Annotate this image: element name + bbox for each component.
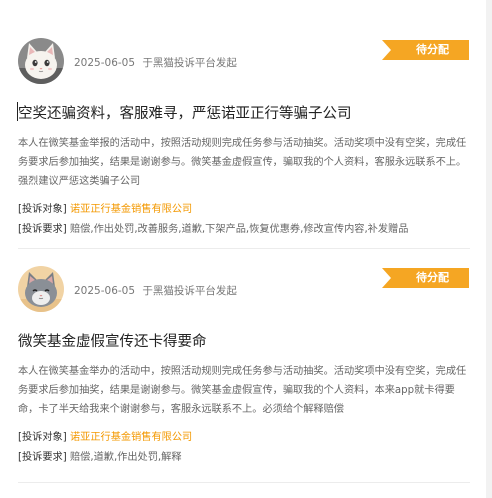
complaint-demand-value: 赔偿,作出处罚,改善服务,道歉,下架产品,恢复优惠券,修改宣传内容,补发赠品 xyxy=(69,224,409,235)
divider xyxy=(18,482,470,483)
complaint-title[interactable]: 微笑基金虚假宣传还卡得要命 xyxy=(18,330,207,351)
divider xyxy=(18,248,470,249)
avatar-grey-cat-icon[interactable] xyxy=(18,266,64,312)
complaint-target-label: [投诉对象] xyxy=(18,204,67,215)
complaint-title[interactable]: 空奖还骗资料，客服难寻，严惩诺亚正行等骗子公司 xyxy=(18,102,352,123)
complaint-demand-row: [投诉要求] 赔偿,作出处罚,改善服务,道歉,下架产品,恢复优惠券,修改宣传内容… xyxy=(18,220,408,235)
post-platform: 于黑猫投诉平台发起 xyxy=(142,57,237,69)
complaint-list: 2025-06-05 于黑猫投诉平台发起 待分配 空奖还骗资料，客服难寻，严惩诺… xyxy=(0,0,492,498)
status-badge: 待分配 xyxy=(382,268,469,288)
complaint-demand-label: [投诉要求] xyxy=(18,224,67,235)
complaint-demand-label: [投诉要求] xyxy=(18,452,67,463)
complaint-body: 本人在微笑基金举办的活动中，按照活动规则完成任务参与活动抽奖。活动奖项中没有空奖… xyxy=(18,366,467,415)
status-badge: 待分配 xyxy=(382,40,469,60)
complaint-target-link[interactable]: 诺亚正行基金销售有限公司 xyxy=(70,204,192,215)
complaint-target-label: [投诉对象] xyxy=(18,432,67,443)
post-meta: 2025-06-05 于黑猫投诉平台发起 xyxy=(74,283,237,298)
complaint-target-row: [投诉对象] 诺亚正行基金销售有限公司 xyxy=(18,200,192,215)
avatar-white-cat-icon[interactable] xyxy=(18,38,64,84)
post-meta: 2025-06-05 于黑猫投诉平台发起 xyxy=(74,55,237,70)
post-date: 2025-06-05 xyxy=(74,285,136,297)
complaint-demand-value: 赔偿,道歉,作出处罚,解释 xyxy=(69,452,182,463)
complaint-target-row: [投诉对象] 诺亚正行基金销售有限公司 xyxy=(18,428,192,443)
complaint-target-link[interactable]: 诺亚正行基金销售有限公司 xyxy=(70,432,192,443)
complaint-demand-row: [投诉要求] 赔偿,道歉,作出处罚,解释 xyxy=(18,448,182,463)
post-date: 2025-06-05 xyxy=(74,57,136,69)
complaint-body: 本人在微笑基金举报的活动中，按照活动规则完成任务参与活动抽奖。活动奖项中没有空奖… xyxy=(18,138,467,187)
post-platform: 于黑猫投诉平台发起 xyxy=(142,285,237,297)
status-badge-label: 待分配 xyxy=(416,271,449,284)
status-badge-label: 待分配 xyxy=(416,43,449,56)
